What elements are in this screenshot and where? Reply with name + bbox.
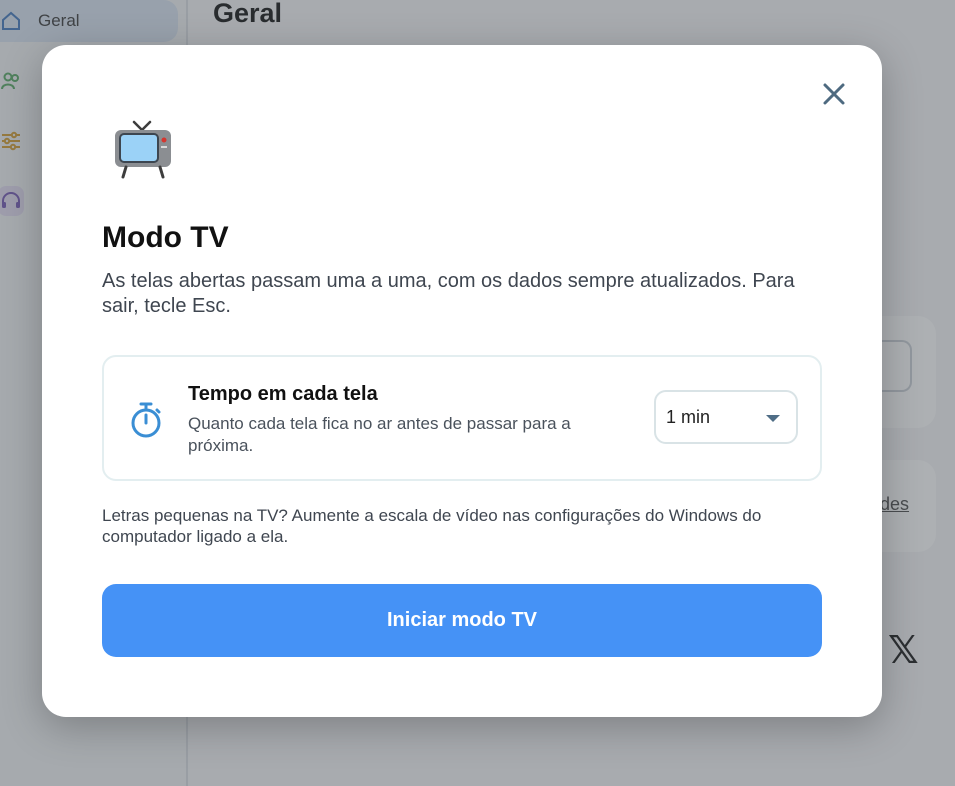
tv-icon <box>115 120 171 179</box>
chevron-down-icon <box>766 415 780 422</box>
screen-time-select[interactable]: 1 min <box>654 390 798 444</box>
select-value: 1 min <box>666 406 711 427</box>
screen-time-setting: Tempo em cada tela Quanto cada tela fica… <box>102 355 822 481</box>
dialog-description: As telas abertas passam uma a uma, com o… <box>102 270 795 317</box>
timer-icon <box>131 402 161 438</box>
close-icon <box>823 83 845 105</box>
setting-description: Quanto cada tela fica no ar antes de pas… <box>188 414 571 455</box>
setting-title: Tempo em cada tela <box>188 383 378 405</box>
close-button[interactable] <box>818 78 850 110</box>
start-tv-mode-button[interactable]: Iniciar modo TV <box>102 584 822 657</box>
dialog-title: Modo TV <box>102 221 229 254</box>
tv-mode-dialog: Modo TV As telas abertas passam uma a um… <box>42 45 882 717</box>
scale-hint: Letras pequenas na TV? Aumente a escala … <box>102 506 762 546</box>
